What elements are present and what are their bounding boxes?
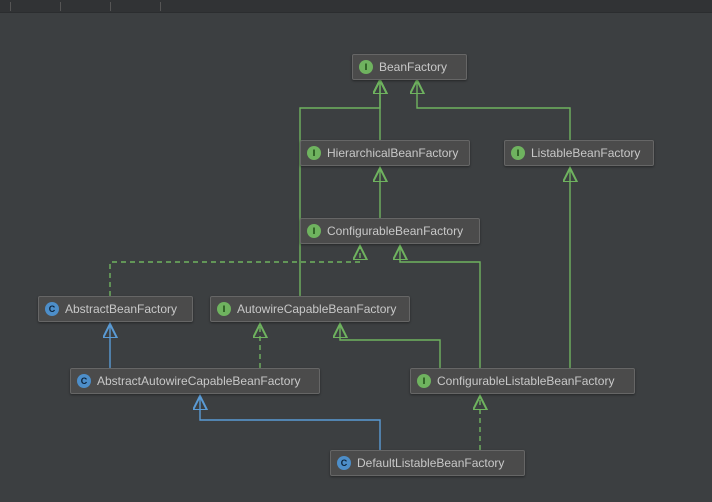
node-default-listable-bean-factory[interactable]: C DefaultListableBeanFactory [330, 450, 525, 476]
node-bean-factory[interactable]: I BeanFactory [352, 54, 467, 80]
interface-icon: I [217, 302, 231, 316]
node-label: DefaultListableBeanFactory [357, 456, 504, 470]
interface-icon: I [417, 374, 431, 388]
node-configurable-listable-bean-factory[interactable]: I ConfigurableListableBeanFactory [410, 368, 635, 394]
node-label: HierarchicalBeanFactory [327, 146, 458, 160]
class-icon: C [45, 302, 59, 316]
node-abstract-bean-factory[interactable]: C AbstractBeanFactory [38, 296, 193, 322]
node-label: AutowireCapableBeanFactory [237, 302, 396, 316]
node-label: ConfigurableBeanFactory [327, 224, 463, 238]
interface-icon: I [307, 146, 321, 160]
node-label: AbstractBeanFactory [65, 302, 177, 316]
node-label: ListableBeanFactory [531, 146, 640, 160]
node-label: ConfigurableListableBeanFactory [437, 374, 614, 388]
node-listable-bean-factory[interactable]: I ListableBeanFactory [504, 140, 654, 166]
interface-icon: I [307, 224, 321, 238]
class-icon: C [337, 456, 351, 470]
node-abstract-autowire-capable-bean-factory[interactable]: C AbstractAutowireCapableBeanFactory [70, 368, 320, 394]
node-label: AbstractAutowireCapableBeanFactory [97, 374, 300, 388]
interface-icon: I [511, 146, 525, 160]
node-autowire-capable-bean-factory[interactable]: I AutowireCapableBeanFactory [210, 296, 410, 322]
diagram-canvas: I BeanFactory I HierarchicalBeanFactory … [0, 0, 712, 502]
node-label: BeanFactory [379, 60, 447, 74]
node-hierarchical-bean-factory[interactable]: I HierarchicalBeanFactory [300, 140, 470, 166]
node-configurable-bean-factory[interactable]: I ConfigurableBeanFactory [300, 218, 480, 244]
interface-icon: I [359, 60, 373, 74]
ruler-strip [0, 0, 712, 13]
class-icon: C [77, 374, 91, 388]
